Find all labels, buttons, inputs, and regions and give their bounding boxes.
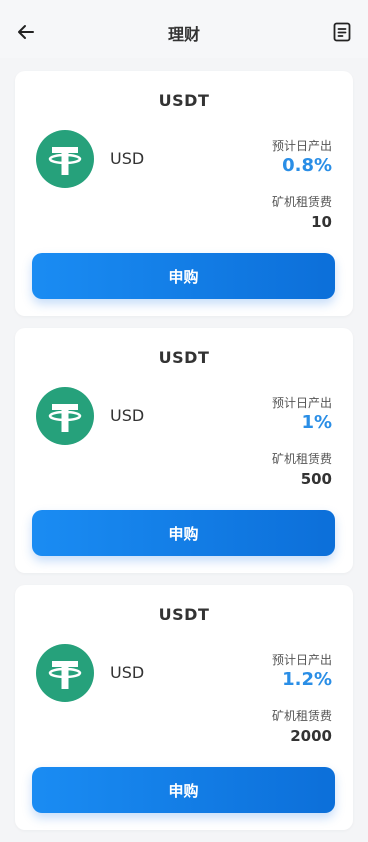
tether-usdt-icon	[36, 387, 94, 445]
rent-fee-value: 2000	[290, 727, 332, 745]
product-title: USDT	[158, 605, 210, 624]
product-card: USDT USD 预计日产出 1% 矿机租赁费 500 申购	[15, 328, 353, 573]
daily-yield-value: 0.8%	[282, 155, 332, 176]
product-unit: USD	[110, 149, 145, 168]
subscribe-button[interactable]: 申购	[32, 253, 335, 299]
rent-fee-value: 500	[300, 470, 332, 488]
subscribe-button[interactable]: 申购	[32, 510, 335, 556]
daily-yield-label: 预计日产出	[271, 653, 332, 667]
page-title: 理财	[167, 25, 200, 44]
product-card: USDT USD 预计日产出 1.2% 矿机租赁费 2000 申购	[15, 585, 353, 830]
rent-fee-label: 矿机租赁费	[271, 709, 332, 723]
rent-fee-label: 矿机租赁费	[271, 452, 332, 466]
rent-fee-value: 10	[311, 213, 332, 231]
daily-yield-label: 预计日产出	[271, 139, 332, 153]
product-list: USDT USD 预计日产出 0.8% 矿机租赁费 10 申购 USDT USD…	[15, 71, 353, 842]
document-icon[interactable]	[332, 22, 352, 42]
tether-usdt-icon	[36, 130, 94, 188]
daily-yield-value: 1%	[301, 412, 332, 433]
daily-yield-label: 预计日产出	[271, 396, 332, 410]
product-unit: USD	[110, 663, 145, 682]
product-card: USDT USD 预计日产出 0.8% 矿机租赁费 10 申购	[15, 71, 353, 316]
subscribe-button[interactable]: 申购	[32, 767, 335, 813]
product-title: USDT	[158, 348, 210, 367]
app-header: 理财	[0, 0, 368, 58]
arrow-left-icon[interactable]	[16, 22, 36, 42]
product-unit: USD	[110, 406, 145, 425]
tether-usdt-icon	[36, 644, 94, 702]
rent-fee-label: 矿机租赁费	[271, 195, 332, 209]
daily-yield-value: 1.2%	[282, 669, 332, 690]
product-title: USDT	[158, 91, 210, 110]
